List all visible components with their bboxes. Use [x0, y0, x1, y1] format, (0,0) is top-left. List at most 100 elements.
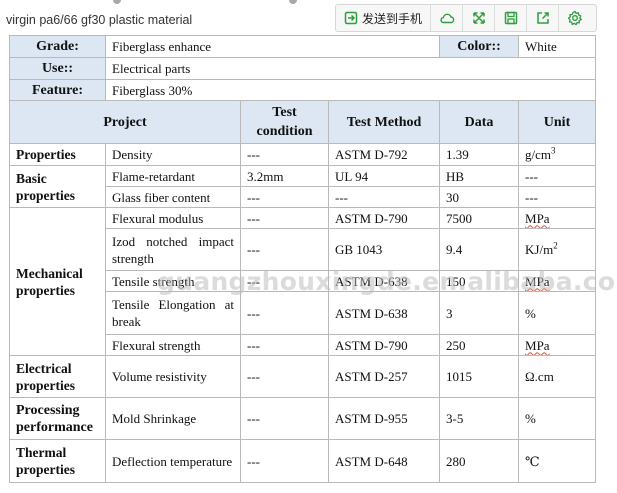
send-to-phone-button[interactable]: 发送到手机 — [336, 5, 432, 31]
image-toolbar: 发送到手机 — [335, 4, 597, 32]
carousel-dot[interactable] — [113, 0, 121, 4]
method-cell: ASTM D-648 — [327, 439, 441, 483]
item-cell: Density — [105, 143, 241, 166]
item-cell: Glass fiber content — [105, 186, 241, 208]
condition-cell: --- — [240, 334, 329, 356]
condition-cell: --- — [240, 355, 329, 398]
unit-text: MPa — [525, 273, 550, 289]
feature-row: Feature: Fiberglass 30% — [9, 79, 597, 101]
data-cell: 250 — [439, 334, 520, 356]
spec-table: Grade: Fiberglass enhance Color:: White … — [9, 35, 597, 483]
category-cell: Thermal properties — [9, 439, 106, 483]
save-icon — [504, 11, 518, 25]
item-cell: Deflection temperature — [105, 439, 241, 483]
unit-superscript: 2 — [553, 240, 558, 251]
method-cell: ASTM D-792 — [327, 143, 441, 166]
grade-value: Fiberglass enhance — [104, 35, 441, 58]
condition-cell: --- — [240, 186, 329, 208]
settings-icon — [567, 10, 583, 26]
data-cell: 7500 — [439, 207, 520, 229]
expand-icon — [472, 11, 486, 25]
use-row: Use:: Electrical parts — [9, 57, 597, 80]
settings-button[interactable] — [559, 5, 590, 31]
cloud-button[interactable] — [431, 5, 464, 31]
table-row: Electrical properties Volume resistivity… — [9, 355, 597, 398]
category-cell: Electrical properties — [9, 355, 106, 398]
condition-cell: --- — [240, 228, 329, 271]
unit-text: g/cm — [525, 147, 552, 162]
table-row: Basic properties Flame-retardant 3.2mm U… — [9, 165, 597, 208]
use-label: Use:: — [9, 57, 106, 80]
unit-cell: MPa — [518, 270, 597, 292]
save-button[interactable] — [495, 5, 528, 31]
data-cell: 280 — [439, 439, 520, 483]
header-test-condition: Test condition — [240, 100, 329, 144]
unit-cell: --- — [518, 186, 597, 208]
color-label: Color:: — [439, 35, 520, 58]
method-cell: ASTM D-955 — [327, 397, 441, 440]
unit-cell: MPa — [518, 334, 597, 356]
data-cell: 3-5 — [439, 397, 520, 440]
method-cell: ASTM D-638 — [327, 291, 441, 335]
condition-cell: 3.2mm — [240, 165, 329, 187]
item-cell: Izod notched impact strength — [105, 228, 241, 271]
unit-cell: g/cm3 — [518, 143, 597, 166]
spec-sheet: Grade: Fiberglass enhance Color:: White … — [9, 35, 617, 483]
method-cell: GB 1043 — [327, 228, 441, 271]
unit-cell: ℃ — [518, 439, 597, 483]
header-data: Data — [439, 100, 520, 144]
method-cell: ASTM D-638 — [327, 270, 441, 292]
unit-cell: Ω.cm — [518, 355, 597, 398]
grade-row: Grade: Fiberglass enhance Color:: White — [9, 35, 597, 58]
expand-button[interactable] — [463, 5, 496, 31]
table-row: Properties Density --- ASTM D-792 1.39 g… — [9, 143, 597, 166]
method-cell: ASTM D-257 — [327, 355, 441, 398]
condition-cell: --- — [240, 270, 329, 292]
send-to-phone-label: 发送到手机 — [362, 11, 423, 26]
data-cell: 3 — [439, 291, 520, 335]
data-cell: 30 — [439, 186, 520, 208]
unit-text: MPa — [525, 337, 550, 353]
data-cell: 150 — [439, 270, 520, 292]
top-bar: virgin pa6/66 gf30 plastic material 发送到手… — [0, 0, 617, 34]
method-cell: ASTM D-790 — [327, 334, 441, 356]
category-cell: Mechanical properties — [9, 207, 106, 356]
color-value: White — [518, 35, 597, 58]
item-cell: Tensile strength — [105, 270, 241, 292]
share-icon — [536, 11, 550, 25]
method-cell: --- — [327, 186, 441, 208]
item-cell: Tensile Elongation at break — [105, 291, 241, 335]
send-to-phone-icon — [344, 11, 358, 25]
unit-superscript: 3 — [551, 145, 556, 156]
feature-label: Feature: — [9, 79, 106, 101]
share-button[interactable] — [527, 5, 560, 31]
table-row: Processing performance Mold Shrinkage --… — [9, 397, 597, 440]
header-test-method: Test Method — [327, 100, 441, 144]
unit-cell: MPa — [518, 207, 597, 229]
category-cell: Properties — [9, 143, 106, 166]
table-row: Mechanical properties Flexural modulus -… — [9, 207, 597, 356]
grade-label: Grade: — [9, 35, 106, 58]
condition-cell: --- — [240, 439, 329, 483]
unit-cell: % — [518, 291, 597, 335]
header-project: Project — [9, 100, 241, 144]
cloud-icon — [439, 12, 455, 24]
data-cell: 1015 — [439, 355, 520, 398]
feature-value: Fiberglass 30% — [104, 79, 597, 101]
item-cell: Flexural modulus — [105, 207, 241, 229]
item-cell: Mold Shrinkage — [105, 397, 241, 440]
method-cell: UL 94 — [327, 165, 441, 187]
item-cell: Volume resistivity — [105, 355, 241, 398]
condition-cell: --- — [240, 397, 329, 440]
table-row: Thermal properties Deflection temperatur… — [9, 439, 597, 483]
item-cell: Flame-retardant — [105, 165, 241, 187]
unit-cell: --- — [518, 165, 597, 187]
category-cell: Processing performance — [9, 397, 106, 440]
carousel-dots — [0, 0, 617, 4]
carousel-dot[interactable] — [289, 0, 297, 4]
unit-cell: KJ/m2 — [518, 228, 597, 271]
condition-cell: --- — [240, 207, 329, 229]
image-caption: virgin pa6/66 gf30 plastic material — [6, 13, 193, 27]
header-unit: Unit — [518, 100, 597, 144]
condition-cell: --- — [240, 291, 329, 335]
